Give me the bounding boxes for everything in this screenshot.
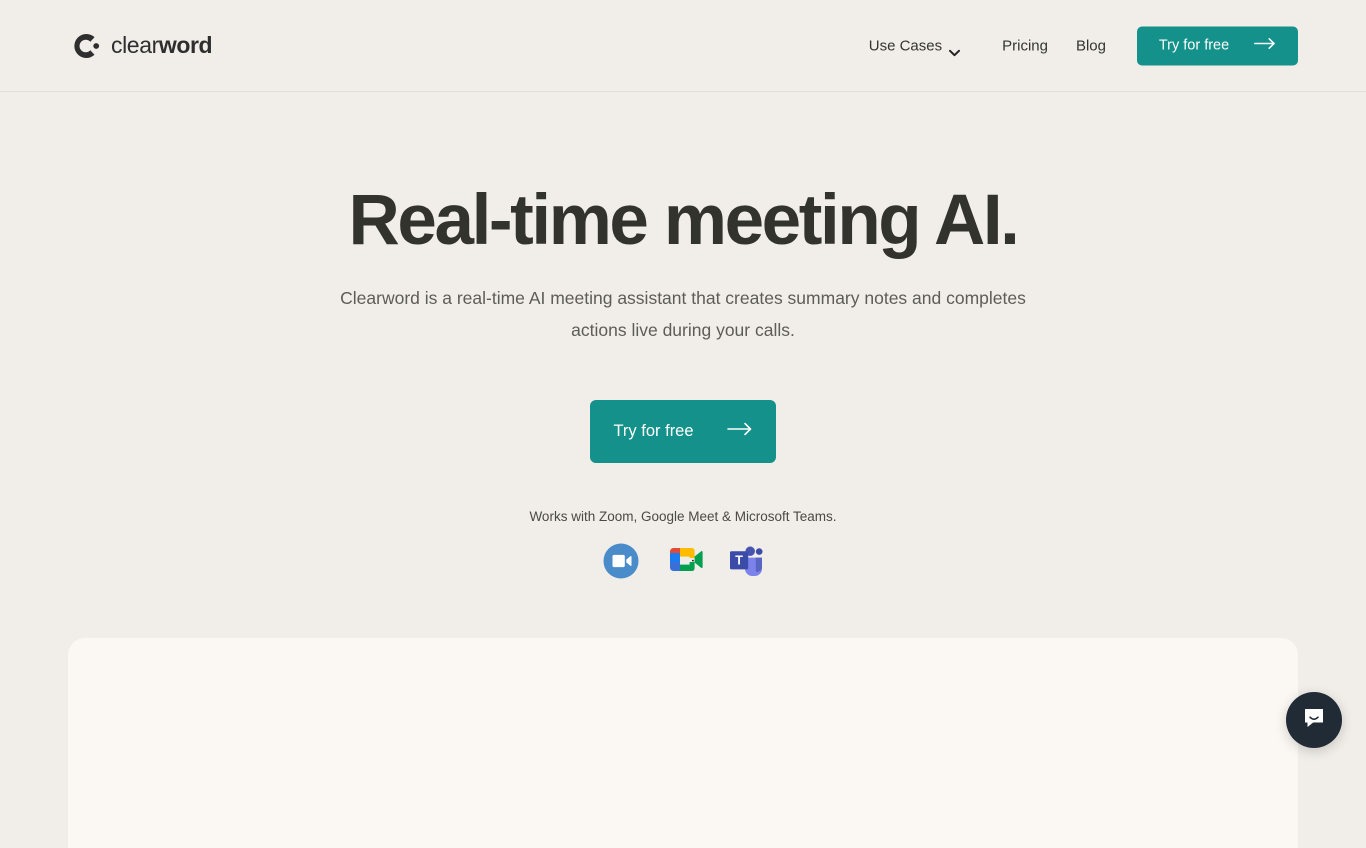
nav-item-blog[interactable]: Blog xyxy=(1076,37,1106,54)
content-panel xyxy=(68,638,1298,848)
nav-item-blog-label: Blog xyxy=(1076,37,1106,54)
intercom-chat-launcher[interactable] xyxy=(1286,692,1342,748)
hero-subtitle: Clearword is a real-time AI meeting assi… xyxy=(313,283,1053,347)
nav-item-use-cases[interactable]: Use Cases xyxy=(869,37,960,54)
nav-item-pricing[interactable]: Pricing xyxy=(1002,37,1048,54)
logo-wordmark: clearword xyxy=(111,34,212,57)
logo-link[interactable]: clearword xyxy=(68,29,212,63)
hero-section: Real-time meeting AI. Clearword is a rea… xyxy=(0,92,1366,580)
arrow-right-icon xyxy=(1254,38,1276,54)
logo-text-bold: word xyxy=(159,32,212,58)
chat-bubble-smile-icon xyxy=(1301,705,1327,736)
page-title: Real-time meeting AI. xyxy=(0,184,1366,258)
header-try-for-free-label: Try for free xyxy=(1159,38,1229,54)
nav-item-use-cases-label: Use Cases xyxy=(869,37,942,54)
main-navigation: Use Cases Pricing Blog Try for free xyxy=(869,26,1298,65)
google-meet-icon[interactable] xyxy=(664,542,702,580)
hero-cta-container: Try for free xyxy=(0,400,1366,463)
arrow-right-icon xyxy=(727,422,753,441)
clearword-c-mark-icon xyxy=(68,29,102,63)
hero-try-for-free-button[interactable]: Try for free xyxy=(590,400,776,463)
site-header: clearword Use Cases Pricing Blog Try for… xyxy=(0,0,1366,92)
svg-text:T: T xyxy=(735,553,743,567)
microsoft-teams-icon[interactable]: T xyxy=(726,542,764,580)
chevron-down-icon xyxy=(949,43,960,50)
nav-item-pricing-label: Pricing xyxy=(1002,37,1048,54)
works-with-label: Works with Zoom, Google Meet & Microsoft… xyxy=(0,509,1366,524)
header-try-for-free-button[interactable]: Try for free xyxy=(1137,26,1298,65)
logo-text-light: clear xyxy=(111,32,159,58)
zoom-icon[interactable] xyxy=(602,542,640,580)
hero-try-for-free-label: Try for free xyxy=(613,422,693,441)
integration-icons: T xyxy=(0,542,1366,580)
